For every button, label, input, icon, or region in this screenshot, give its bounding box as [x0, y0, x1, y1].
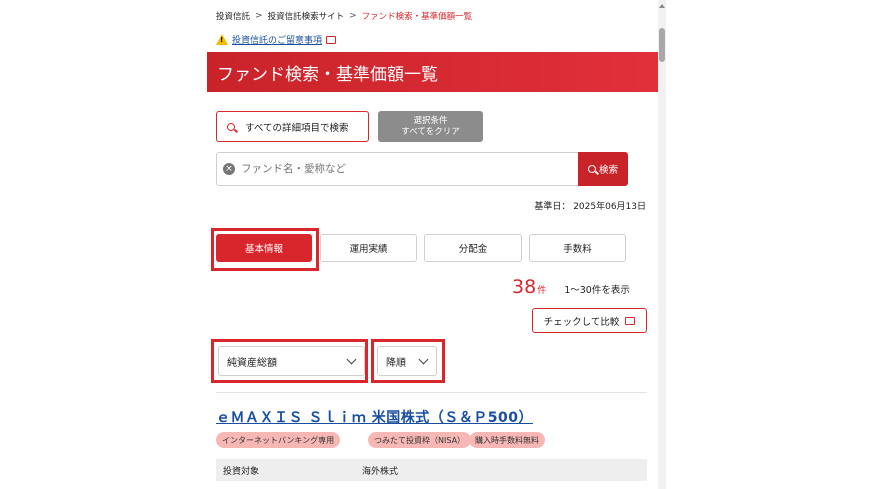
detail-search-label: すべての詳細項目で検索	[245, 122, 349, 134]
compare-label: チェックして比較	[543, 316, 620, 328]
scroll-up-icon[interactable]	[659, 4, 665, 8]
search-icon	[587, 165, 596, 173]
fund-tag: インターネットバンキング専用	[216, 432, 341, 448]
result-count: 38 件 1〜30件を表示	[512, 276, 630, 298]
highlight-box	[211, 228, 319, 271]
search-button[interactable]: 検索	[578, 152, 628, 186]
highlight-box	[371, 339, 445, 383]
page-container: 投資信託 > 投資信託検索サイト > ファンド検索・基準価額一覧 投資信託のご留…	[207, 0, 658, 489]
clear-conditions-button[interactable]: 選択条件 すべてをクリア	[378, 111, 483, 142]
result-count-unit: 件	[537, 286, 547, 296]
compare-button[interactable]: チェックして比較	[532, 308, 647, 333]
tab-performance[interactable]: 運用実績	[320, 234, 417, 262]
external-window-icon	[625, 316, 636, 325]
fund-tag: つみたて投資枠（NISA）	[368, 432, 472, 448]
clear-conditions-label-2: すべてをクリア	[401, 126, 460, 137]
search-icon	[227, 122, 235, 131]
breadcrumb-current: ファンド検索・基準価額一覧	[361, 12, 473, 22]
scrollbar[interactable]	[658, 0, 666, 489]
external-window-icon	[326, 35, 337, 44]
clear-icon[interactable]: ×	[223, 163, 235, 175]
detail-search-button[interactable]: すべての詳細項目で検索	[216, 111, 369, 142]
tab-label: 手数料	[563, 244, 592, 255]
tab-distribution[interactable]: 分配金	[424, 234, 522, 262]
breadcrumb: 投資信託 > 投資信託検索サイト > ファンド検索・基準価額一覧	[216, 10, 472, 22]
row-value: 海外株式	[362, 466, 399, 477]
tab-fees[interactable]: 手数料	[529, 234, 626, 262]
warning-icon	[216, 34, 228, 45]
page-title: ファンド検索・基準価額一覧	[207, 52, 658, 92]
notice: 投資信託のご留意事項	[216, 33, 337, 46]
highlight-box	[211, 339, 368, 383]
result-range: 1〜30件を表示	[564, 285, 630, 296]
base-date: 基準日： 2025年06月13日	[534, 202, 646, 212]
notice-link[interactable]: 投資信託のご留意事項	[232, 33, 322, 46]
result-count-number: 38	[512, 276, 537, 298]
fund-name-link[interactable]: ｅＭＡＸＩＳ Ｓｌｉｍ 米国株式（Ｓ＆Ｐ500）	[216, 407, 533, 427]
search-input[interactable]	[241, 163, 561, 175]
search-button-label: 検索	[598, 165, 618, 176]
clear-conditions-label-1: 選択条件	[413, 115, 448, 126]
tab-label: 運用実績	[349, 244, 388, 255]
breadcrumb-separator: >	[349, 11, 357, 21]
scrollbar-thumb[interactable]	[659, 28, 665, 62]
divider	[216, 392, 647, 393]
breadcrumb-item-toushin[interactable]: 投資信託	[216, 10, 250, 22]
fund-tag: 購入時手数料無料	[469, 432, 545, 448]
breadcrumb-separator: >	[255, 11, 263, 21]
tab-label: 分配金	[458, 244, 488, 255]
breadcrumb-item-search-site[interactable]: 投資信託検索サイト	[268, 10, 345, 22]
search-field: ×	[216, 152, 578, 186]
table-row: 投資対象 海外株式	[216, 459, 647, 481]
row-label: 投資対象	[223, 466, 260, 477]
